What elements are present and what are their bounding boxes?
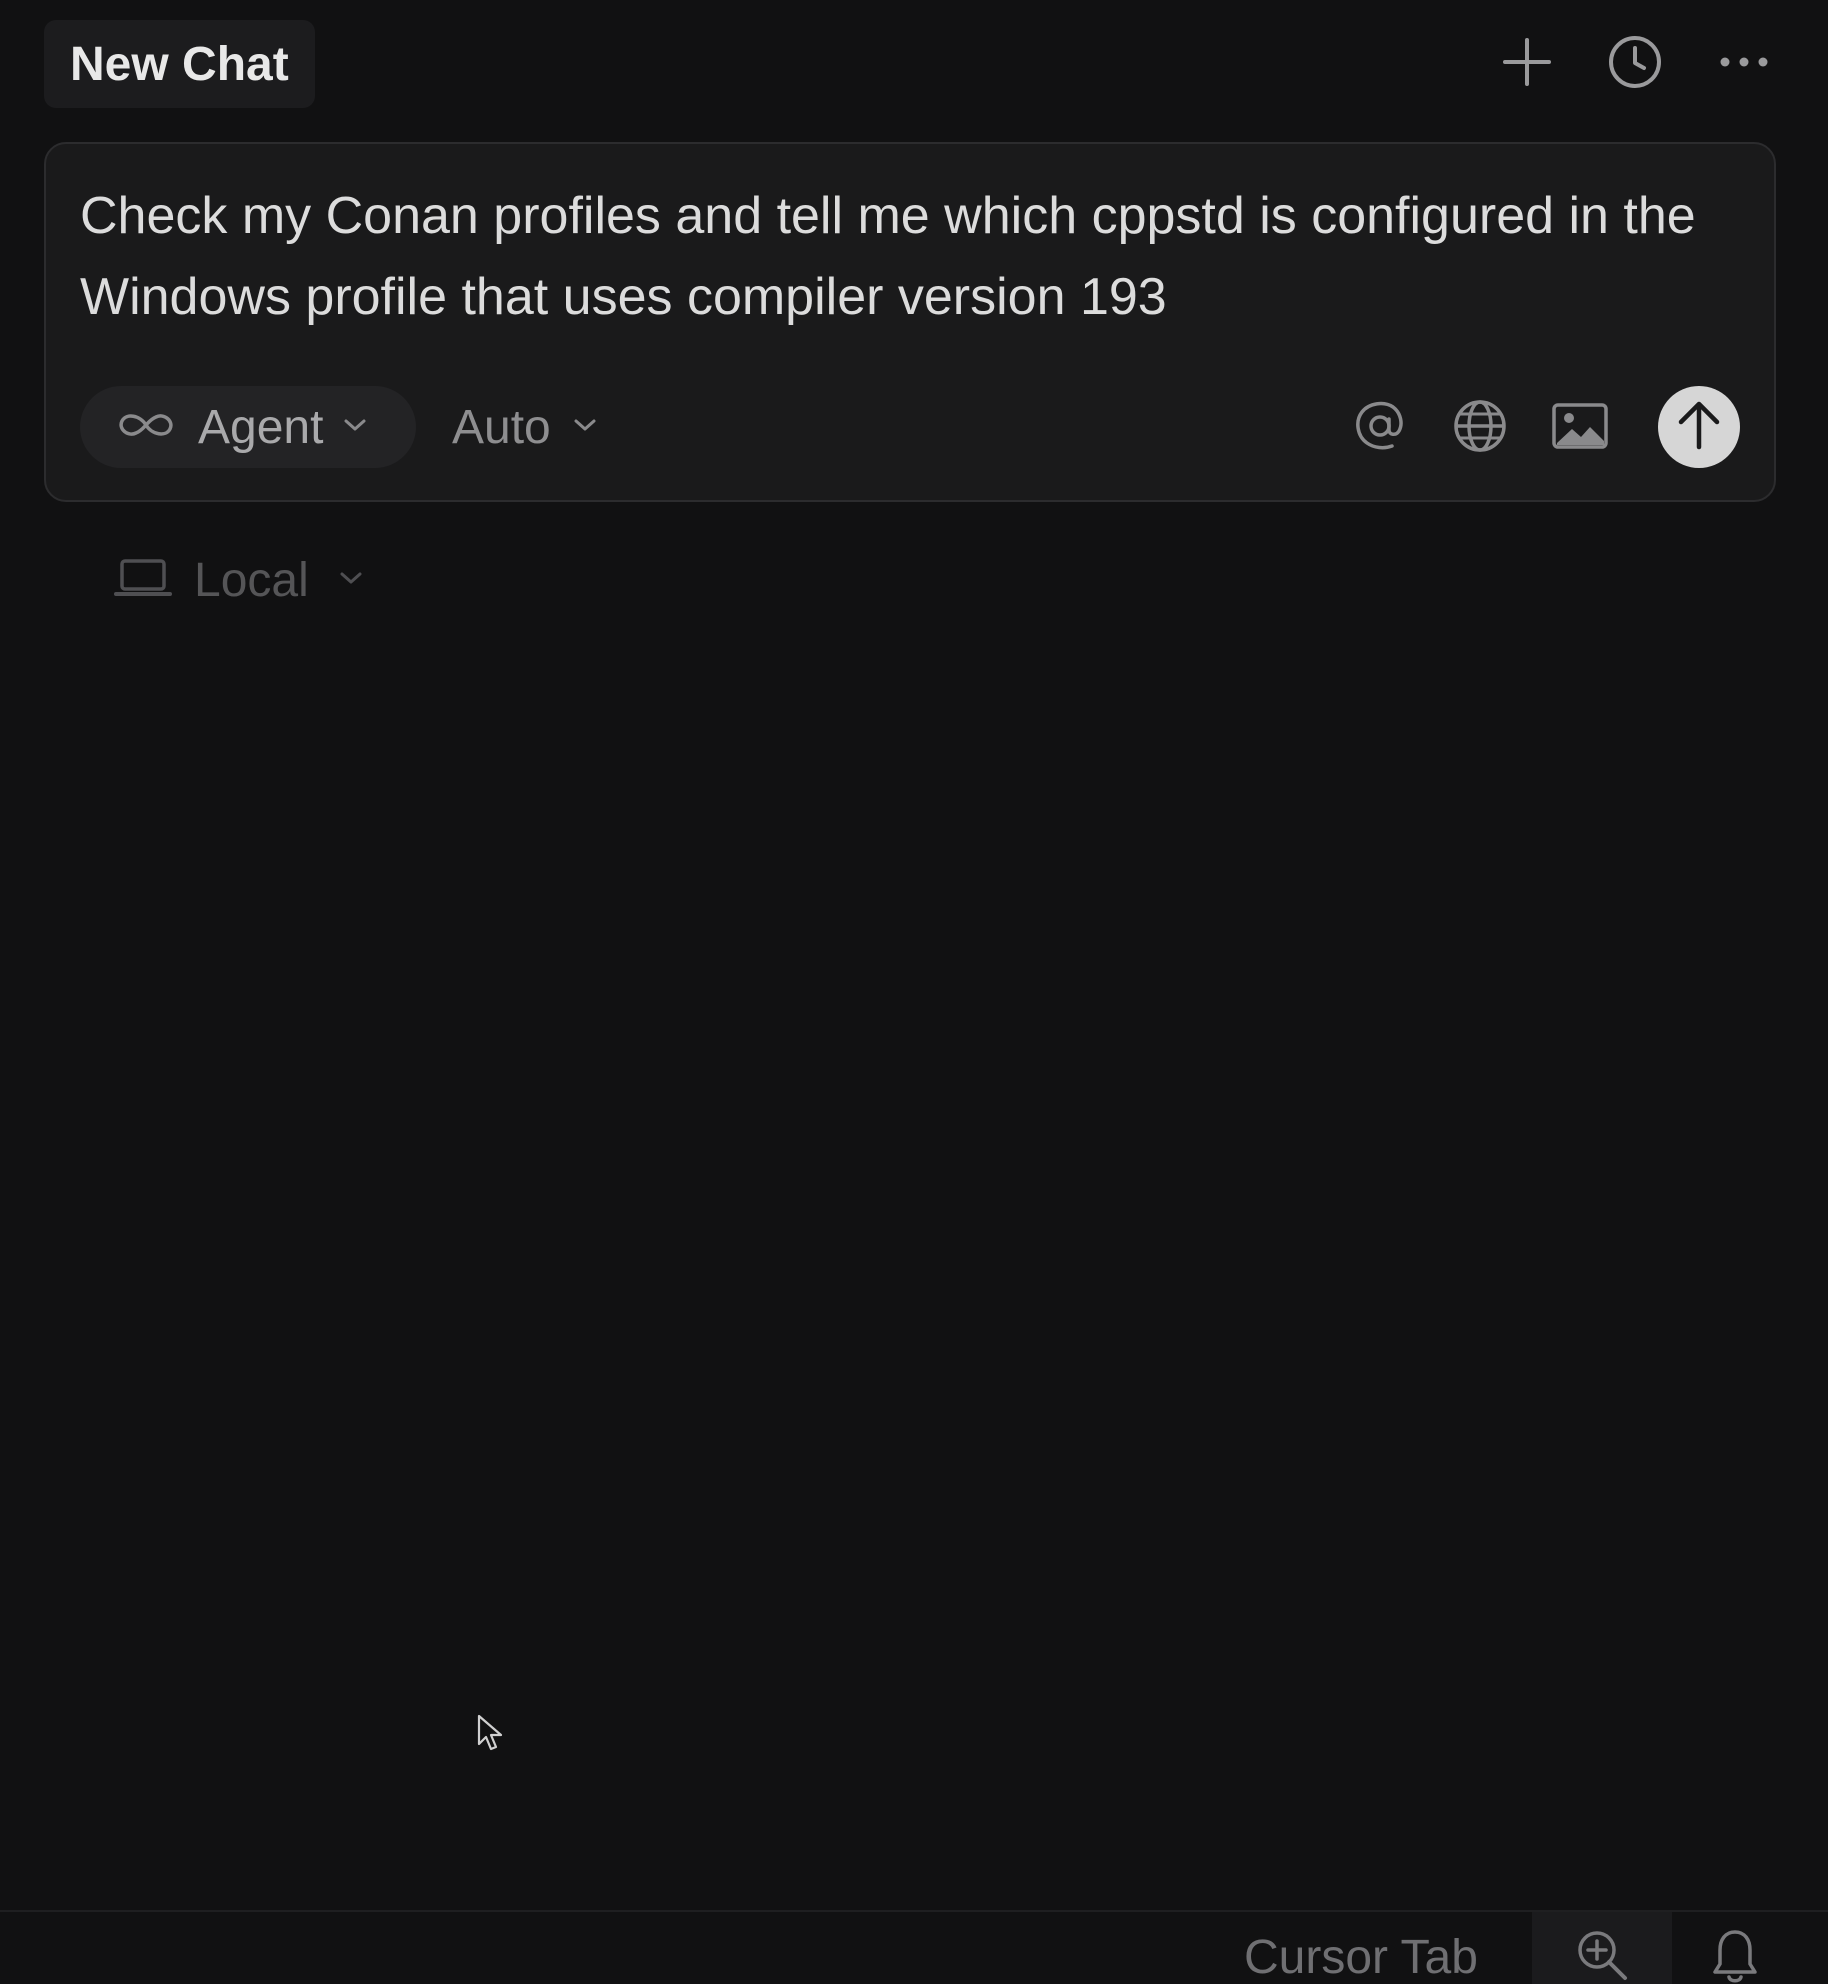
send-button[interactable]: [1658, 386, 1740, 468]
zoom-in-icon: [1575, 1928, 1629, 1984]
prompt-input[interactable]: Check my Conan profiles and tell me whic…: [80, 176, 1720, 338]
notifications-button[interactable]: [1700, 1912, 1770, 1984]
environment-selector[interactable]: Local: [114, 545, 363, 615]
zoom-button[interactable]: [1532, 1912, 1672, 1984]
new-chat-button[interactable]: [1497, 32, 1557, 92]
more-horizontal-icon: [1719, 55, 1769, 69]
model-label: Auto: [452, 400, 551, 454]
chevron-down-icon: [343, 417, 367, 438]
model-selector[interactable]: Auto: [452, 386, 597, 468]
tab-new-chat[interactable]: New Chat: [44, 20, 315, 108]
history-button[interactable]: [1605, 32, 1665, 92]
mode-selector[interactable]: Agent: [80, 386, 416, 468]
plus-icon: [1502, 37, 1552, 87]
laptop-icon: [114, 558, 172, 603]
web-search-button[interactable]: [1448, 396, 1512, 460]
chevron-down-icon: [339, 570, 363, 591]
tab-title: New Chat: [70, 37, 289, 91]
chat-panel: New Chat Check my Conan profiles and tel…: [0, 0, 1828, 1984]
history-clock-icon: [1607, 34, 1663, 90]
chevron-down-icon: [573, 417, 597, 438]
send-arrow-up-icon: [1677, 399, 1721, 456]
attach-image-button[interactable]: [1548, 396, 1612, 460]
image-icon: [1552, 402, 1608, 454]
mode-label: Agent: [198, 400, 324, 454]
infinity-icon: [116, 410, 176, 445]
more-options-button[interactable]: [1714, 32, 1774, 92]
mouse-cursor-icon: [476, 1714, 506, 1754]
chat-header: New Chat: [0, 0, 1828, 130]
prompt-composer[interactable]: Check my Conan profiles and tell me whic…: [44, 142, 1776, 502]
at-mention-icon: [1352, 398, 1408, 459]
status-bar: Cursor Tab: [0, 1910, 1828, 1984]
environment-label: Local: [194, 553, 309, 607]
cursor-tab-status[interactable]: Cursor Tab: [1244, 1930, 1478, 1984]
bell-icon: [1712, 1928, 1758, 1984]
globe-icon: [1452, 398, 1508, 459]
mention-button[interactable]: [1348, 396, 1412, 460]
